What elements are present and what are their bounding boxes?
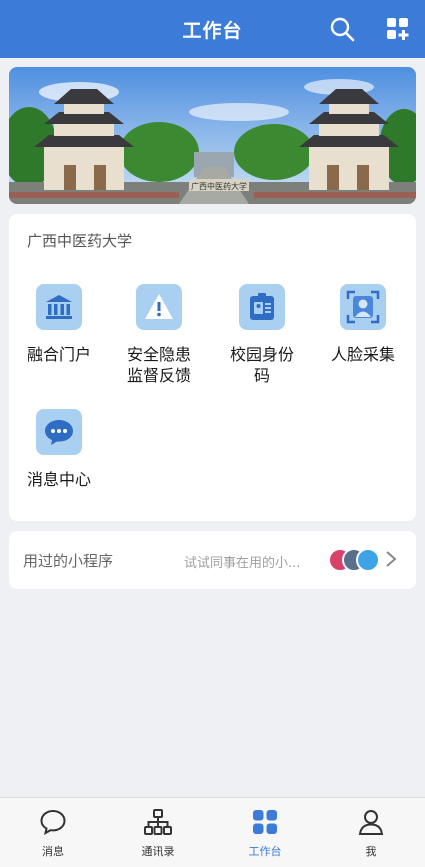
app-face-capture[interactable]: 人脸采集: [313, 284, 413, 365]
tab-label: 通讯录: [141, 845, 175, 858]
person-icon: [358, 810, 384, 835]
app-label: 消息中心: [26, 470, 91, 489]
mini-program-avatars: [328, 548, 384, 572]
section-title: 广西中医药大学: [27, 232, 133, 250]
bank-building-icon: [36, 284, 82, 330]
grid-plus-icon: [387, 18, 409, 40]
mini-programs-hint: 试试同事在用的小...: [184, 556, 301, 571]
tab-label: 消息: [42, 845, 64, 858]
id-badge-icon: [239, 284, 285, 330]
chevron-right-icon: [386, 551, 397, 567]
app-label: 融合门户: [26, 345, 91, 364]
message-icon: [40, 809, 66, 835]
tab-workbench[interactable]: 工作台: [225, 808, 305, 859]
add-app-button[interactable]: [383, 14, 413, 44]
apps-card: 广西中医药大学 融合门户 安全隐患 监督反馈 校园身份 码 人脸采集 消息中心: [9, 214, 416, 521]
page-title: 工作台: [182, 19, 243, 42]
app-label: 安全隐患 监督反馈: [126, 345, 191, 385]
campus-banner[interactable]: 广西中医药大学: [9, 67, 416, 204]
grid-icon: [253, 810, 277, 834]
chat-bubble-icon: [36, 409, 82, 455]
search-icon: [330, 17, 355, 42]
bottom-tab-bar: 消息 通讯录 工作台 我: [0, 797, 425, 867]
app-label: 人脸采集: [330, 345, 395, 364]
tab-contacts[interactable]: 通讯录: [118, 808, 198, 859]
campus-gate-photo: 广西中医药大学: [9, 67, 416, 204]
recent-mini-programs[interactable]: 用过的小程序 试试同事在用的小...: [9, 531, 416, 589]
face-scan-icon: [340, 284, 386, 330]
tab-label: 我: [365, 845, 377, 858]
app-safety-feedback[interactable]: 安全隐患 监督反馈: [109, 284, 209, 386]
mini-programs-title: 用过的小程序: [23, 552, 114, 570]
mini-program-avatar: [356, 548, 380, 572]
gate-text: 广西中医药大学: [191, 181, 247, 191]
tab-label: 工作台: [248, 845, 282, 858]
app-label: 校园身份 码: [229, 345, 294, 385]
search-button[interactable]: [327, 14, 357, 44]
top-bar: 工作台: [0, 0, 425, 58]
tab-messages[interactable]: 消息: [13, 808, 93, 859]
warning-icon: [136, 284, 182, 330]
app-fusion-portal[interactable]: 融合门户: [9, 284, 109, 365]
org-chart-icon: [144, 809, 172, 835]
app-message-center[interactable]: 消息中心: [9, 409, 109, 490]
tab-me[interactable]: 我: [331, 808, 411, 859]
app-campus-id[interactable]: 校园身份 码: [212, 284, 312, 386]
